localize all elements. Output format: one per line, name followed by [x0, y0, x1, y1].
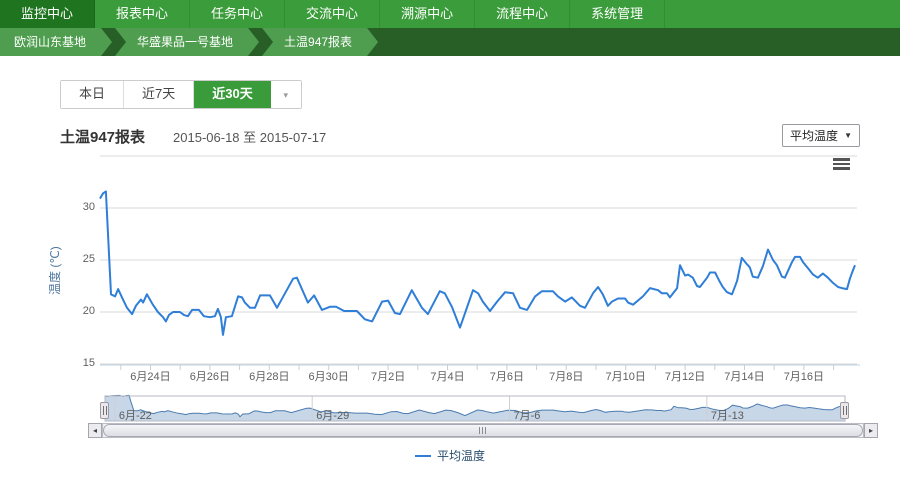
nav-items: 监控中心报表中心任务中心交流中心溯源中心流程中心系统管理 [0, 0, 900, 28]
x-label-6月30日: 6月30日 [298, 368, 360, 384]
x-label-6月28日: 6月28日 [238, 368, 300, 384]
scroll-right-icon: ▸ [869, 426, 873, 435]
breadcrumb-item-2[interactable]: 土温947报表 [262, 28, 378, 56]
x-label-7月4日: 7月4日 [416, 368, 478, 384]
y-label-30: 30 [55, 201, 95, 213]
x-label-7月6日: 7月6日 [476, 368, 538, 384]
scrollbar-right-button[interactable]: ▸ [864, 423, 878, 438]
grip-icon [479, 427, 487, 434]
chart-menu-icon[interactable] [833, 158, 851, 173]
metric-select[interactable]: 平均温度 ▼ [782, 124, 860, 147]
nav-item-3[interactable]: 交流中心 [285, 0, 380, 28]
scroll-left-icon: ◂ [93, 426, 97, 435]
metric-select-value: 平均温度 [790, 127, 838, 144]
legend[interactable]: 平均温度 [0, 447, 900, 464]
date-range: 2015-06-18 至 2015-07-17 [173, 127, 326, 146]
x-label-6月24日: 6月24日 [119, 368, 181, 384]
scrollbar-left-button[interactable]: ◂ [88, 423, 102, 438]
navigator-left-handle[interactable] [100, 402, 109, 419]
x-label-7月8日: 7月8日 [535, 368, 597, 384]
top-navbar: 监控中心报表中心任务中心交流中心溯源中心流程中心系统管理 [0, 0, 900, 28]
title-row: 土温947报表 2015-06-18 至 2015-07-17 平均温度 ▼ [60, 126, 860, 147]
navigator-label-7月-6: 7月-6 [514, 407, 541, 423]
navigator-label-6月-29: 6月-29 [316, 407, 349, 423]
breadcrumb-item-1[interactable]: 华盛果品一号基地 [115, 28, 259, 56]
scrollbar-thumb[interactable] [103, 424, 863, 437]
tab-items: 本日近7天近30天 [61, 81, 271, 108]
x-label-7月10日: 7月10日 [595, 368, 657, 384]
y-label-15: 15 [55, 357, 95, 369]
chevron-down-icon: ▾ [283, 90, 288, 100]
grip-icon [103, 406, 107, 415]
y-label-25: 25 [55, 253, 95, 265]
breadcrumb-item-0[interactable]: 欧润山东基地 [0, 28, 112, 56]
chevron-down-icon: ▼ [844, 131, 852, 140]
nav-item-4[interactable]: 溯源中心 [380, 0, 475, 28]
navigator-right-handle[interactable] [840, 402, 849, 419]
nav-item-5[interactable]: 流程中心 [475, 0, 570, 28]
y-label-20: 20 [55, 305, 95, 317]
temperature-chart: 温度 (℃) ◂ ▸ 平均温度 152025306月24日6月26日6月28日6… [0, 153, 900, 475]
nav-item-2[interactable]: 任务中心 [190, 0, 285, 28]
tab-近30天[interactable]: 近30天 [194, 81, 270, 108]
x-label-7月14日: 7月14日 [713, 368, 775, 384]
content: 本日近7天近30天 ▾ 土温947报表 2015-06-18 至 2015-07… [0, 56, 900, 475]
tabs-dropdown-button[interactable]: ▾ [271, 81, 301, 108]
tab-本日[interactable]: 本日 [61, 81, 124, 108]
nav-item-1[interactable]: 报表中心 [95, 0, 190, 28]
navigator-label-7月-13: 7月-13 [711, 407, 744, 423]
legend-marker [415, 455, 431, 457]
x-label-7月16日: 7月16日 [773, 368, 835, 384]
navigator-label-6月-22: 6月-22 [119, 407, 152, 423]
tab-近7天[interactable]: 近7天 [124, 81, 194, 108]
page-title: 土温947报表 [60, 126, 145, 147]
nav-item-6[interactable]: 系统管理 [570, 0, 665, 28]
x-label-7月2日: 7月2日 [357, 368, 419, 384]
legend-label: 平均温度 [437, 447, 485, 464]
series-line-平均温度[interactable] [100, 191, 855, 335]
nav-item-0[interactable]: 监控中心 [0, 0, 95, 28]
x-label-6月26日: 6月26日 [179, 368, 241, 384]
breadcrumb: 欧润山东基地华盛果品一号基地土温947报表 [0, 28, 900, 56]
x-label-7月12日: 7月12日 [654, 368, 716, 384]
time-range-tabs: 本日近7天近30天 ▾ [60, 80, 302, 109]
grip-icon [843, 406, 847, 415]
